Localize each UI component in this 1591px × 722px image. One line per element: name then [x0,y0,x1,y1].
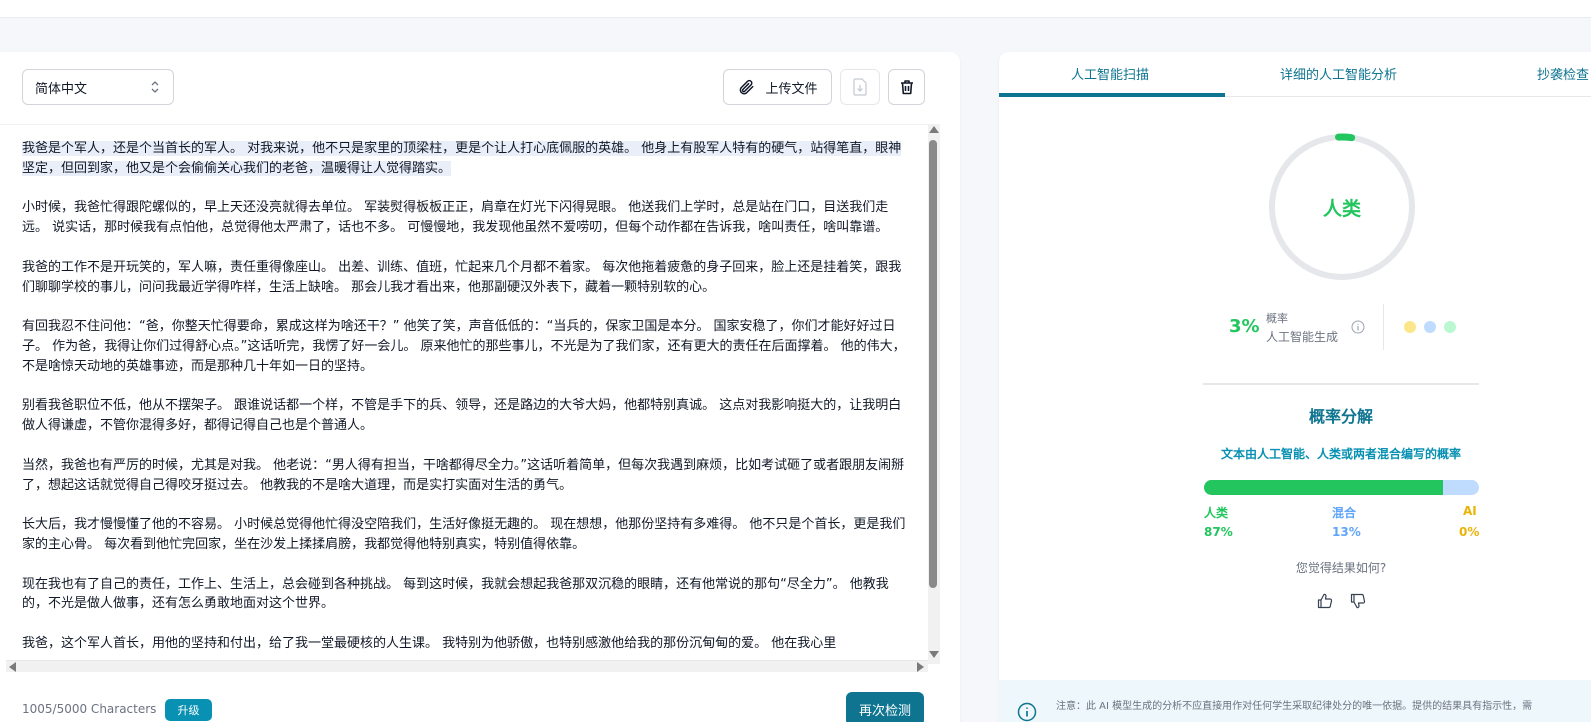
scroll-left-arrow[interactable] [9,662,16,672]
scroll-down-arrow[interactable] [929,651,939,658]
upload-file-button[interactable]: 上传文件 [723,69,832,105]
paragraph: 有回我忍不住问他：“爸，你整天忙得要命，累成这样为啥还干？” 他笑了笑，声音低低… [22,319,906,374]
paperclip-icon [740,79,754,95]
disclaimer-text: 注意：此 AI 模型生成的分析不应直接用作对任何学生采取纪律处分的唯一依据。提供… [1056,701,1533,712]
upgrade-button[interactable]: 升级 [165,699,212,721]
recheck-button[interactable]: 再次检测 [846,692,924,722]
paragraph: 我爸的工作不是开玩笑的，军人嘛，责任重得像座山。 出差、训练、值班，忙起来几个月… [22,259,902,295]
result-tabs: 人工智能扫描 详细的人工智能分析 抄袭检查 [999,52,1591,97]
language-select-value: 简体中文 [35,81,88,97]
indicator-dot-yellow [1404,321,1416,333]
breakdown-title: 概率分解 [1308,407,1373,426]
text-input-area[interactable]: 我爸是个军人，还是个当首长的军人。 对我来说，他不只是家里的顶梁柱，更是个让人打… [0,124,928,664]
scroll-right-arrow[interactable] [917,662,924,672]
legend-value-mixed: 13% [1332,525,1361,539]
disclaimer-notice: 注意：此 AI 模型生成的分析不应直接用作对任何学生采取纪律处分的唯一依据。提供… [999,680,1591,722]
chevron-up-down-icon [151,81,159,93]
ai-probability-value: 3% [1229,316,1260,337]
thumbs-down-icon[interactable] [1350,593,1366,609]
bar-segment-mixed [1443,480,1479,495]
tab-ai-scan[interactable]: 人工智能扫描 [1071,64,1149,83]
paragraph: 现在我也有了自己的责任，工作上、生活上，总会碰到各种挑战。 每到这时候，我就会想… [22,576,889,612]
probability-row: 3% 概率 人工智能生成 [1229,304,1489,354]
result-panel: 人工智能扫描 详细的人工智能分析 抄袭检查 人类 3% 概率 人工智能生成 概率… [999,52,1591,722]
top-header-bar [0,0,1591,18]
scrollbar-thumb[interactable] [929,140,937,588]
paragraph: 我爸是个军人，还是个当首长的军人。 对我来说，他不只是家里的顶梁柱，更是个让人打… [22,139,912,179]
paragraph: 小时候，我爸忙得跟陀螺似的，早上天还没亮就得去单位。 军装熨得板板正正，肩章在灯… [22,200,889,236]
download-file-icon [853,78,867,96]
paragraph: 长大后，我才慢慢懂了他的不容易。 小时候总觉得他忙得没空陪我们，生活好像挺无趣的… [22,517,906,552]
probability-caption: 概率 [1266,312,1288,325]
top-spacer [0,18,1591,52]
info-icon [1017,702,1037,722]
probability-subcaption: 人工智能生成 [1266,330,1339,344]
legend-label-mixed: 混合 [1332,506,1357,520]
indicator-dot-green [1444,321,1456,333]
delete-button[interactable] [888,69,925,105]
verdict-label: 人类 [1322,198,1361,220]
section-divider [1203,383,1479,385]
upload-file-label: 上传文件 [765,81,818,97]
bar-segment-human [1204,480,1444,495]
legend-label-ai: AI [1463,504,1477,518]
legend-value-human: 87% [1204,525,1233,539]
character-count: 1005/5000 Characters [22,702,157,716]
scroll-up-arrow[interactable] [929,126,939,133]
paragraph: 我爸，这个军人首长，用他的坚持和付出，给了我一堂最硬核的人生课。 我特别为他骄傲… [22,635,837,651]
vertical-divider [1383,304,1384,350]
gauge-arc [1335,133,1356,142]
legend-value-ai: 0% [1459,525,1480,539]
vertical-scrollbar[interactable] [928,124,940,664]
legend-label-human: 人类 [1204,506,1229,520]
editor-footer: 1005/5000 Characters 升级 再次检测 [0,674,960,722]
probability-bar [1204,480,1479,495]
info-icon[interactable] [1351,320,1365,334]
text-content: 我爸是个军人，还是个当首长的军人。 对我来说，他不只是家里的顶梁柱，更是个让人打… [22,139,912,664]
paragraph: 当然，我爸也有严厉的时候，尤其是对我。 他老说：“男人得有担当，干啥都得尽全力。… [22,457,905,493]
thumbs-up-icon[interactable] [1317,593,1333,609]
horizontal-scrollbar[interactable] [6,660,928,672]
trash-icon [900,80,913,95]
paragraph: 别看我爸职位不低，他从不摆架子。 跟谁说话都一个样，不管是手下的兵、领导，还是路… [22,398,902,434]
paragraph-text: 我爸是个军人，还是个当首长的军人。 对我来说，他不只是家里的顶梁柱，更是个让人打… [22,141,902,176]
breakdown-subtitle: 文本由人工智能、人类或两者混合编写的概率 [1220,447,1461,461]
editor-panel: 简体中文 上传文件 我爸是个军人，还是个当首长的军人。 对我来说，他不只是家里的… [0,52,960,722]
language-select[interactable]: 简体中文 [22,69,174,105]
tab-plagiarism[interactable]: 抄袭检查 [1537,64,1589,83]
feedback-question: 您觉得结果如何? [1295,561,1387,575]
indicator-dot-blue [1424,321,1436,333]
download-button[interactable] [840,69,880,105]
active-tab-indicator [999,93,1225,97]
tab-detailed-analysis[interactable]: 详细的人工智能分析 [1280,64,1397,83]
